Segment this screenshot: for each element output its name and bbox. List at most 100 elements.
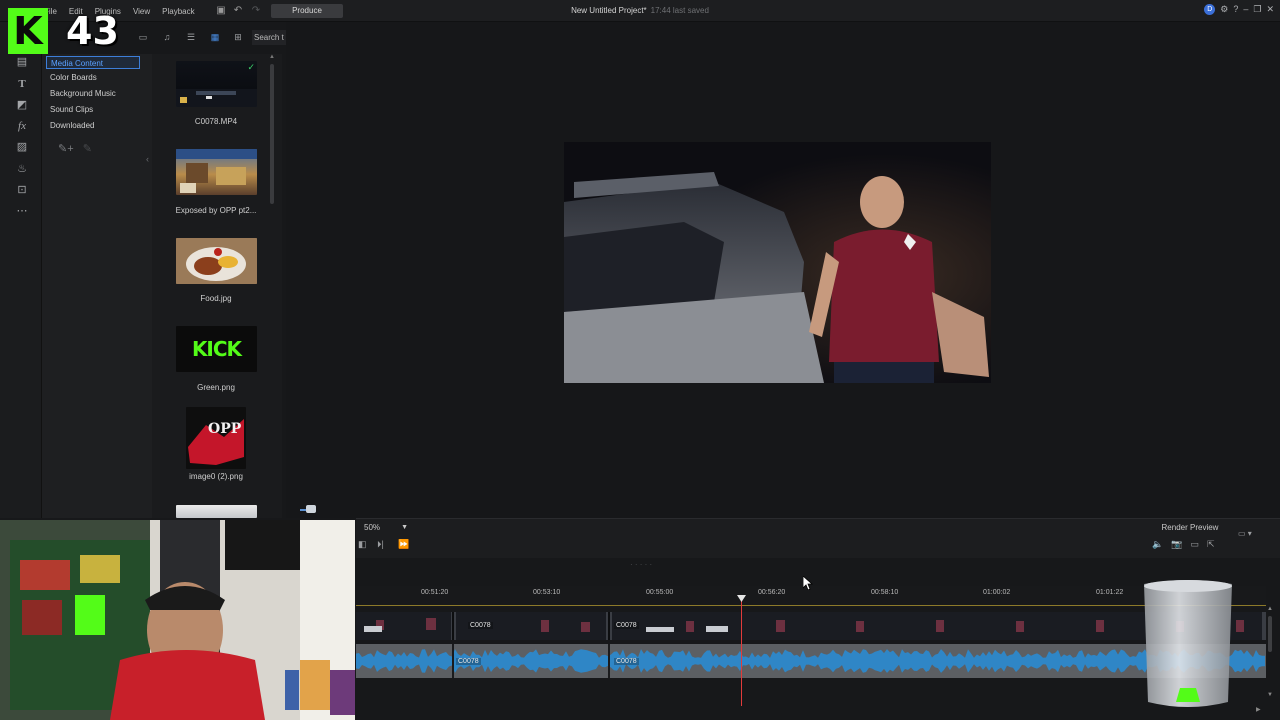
stop-icon[interactable]: ◧ [358,539,367,550]
preview-progress-slider[interactable] [306,505,316,513]
pip-room-icon[interactable]: ▨ [14,139,30,155]
media-item-label: Food.jpg [200,294,232,303]
audio-track[interactable]: C0078 C0078 [356,644,1266,678]
account-icon[interactable]: D [1204,4,1216,15]
timeline-playhead[interactable] [741,598,742,706]
effect-room-icon[interactable]: fx [14,118,30,134]
fast-forward-icon[interactable]: ⏩ [398,539,409,550]
details-view-icon[interactable]: ⊞ [231,30,245,44]
media-item-green[interactable]: KICK [176,326,257,372]
restore-icon[interactable]: ❐ [1253,4,1261,15]
preview-video-frame[interactable] [564,142,991,383]
save-icon[interactable]: ▣ [214,4,228,18]
ruler-time-label: 00:53:10 [533,589,561,596]
redo-icon[interactable]: ↷ [249,4,263,18]
image-filter-icon[interactable]: ▭ [136,30,150,44]
media-item-label: Exposed by OPP pt2... [175,206,257,215]
kick-logo-icon: K [8,8,48,54]
video-clip-thumbnail-icon [176,89,257,107]
clip-label: C0078 [614,658,639,665]
room-rail: ▤ T ◩ fx ▨ ♨ ⊡ ⋯ [0,22,42,518]
title-bar: File Edit Plugins View Playback ▣ ↶ ↷ Pr… [0,0,1280,22]
audio-waveform [356,644,1266,678]
powerdirector-window: File Edit Plugins View Playback ▣ ↶ ↷ Pr… [0,0,1280,720]
timeline-toolbar [356,518,1280,558]
scroll-up-icon[interactable]: ▲ [269,54,275,60]
category-color-boards[interactable]: Color Boards [46,71,140,84]
in-use-check-icon: ✓ [247,62,255,72]
kick-channel-badge: K 43 [8,8,120,54]
volume-icon[interactable]: 🔈 [1152,539,1163,550]
video-frame-image [564,142,991,383]
title-room-icon[interactable]: T [14,76,30,92]
display-mode-icon[interactable]: ▭ [1190,539,1199,550]
category-tools: ✎+ ✎ [58,142,92,155]
undock-icon[interactable]: ⇱ [1207,539,1215,550]
subtitle-room-icon[interactable]: ⊡ [14,182,30,198]
food-thumbnail-icon [176,238,257,284]
drink-glass-overlay [1140,578,1236,710]
ruler-time-label: 00:56:20 [758,589,786,596]
add-tag-icon[interactable]: ✎+ [58,143,74,155]
opp-graphic-thumbnail-icon [188,419,244,465]
panel-splitter[interactable]: · · · · · [630,560,652,569]
category-downloaded[interactable]: Downloaded [46,119,140,132]
media-item-food[interactable] [176,238,257,284]
produce-button[interactable]: Produce [271,4,343,18]
close-icon[interactable]: ✕ [1266,4,1274,15]
category-media-content[interactable]: Media Content [46,56,140,69]
zoom-value: 50% [364,523,381,532]
timeline-scrollbar[interactable]: ▲ ▼ [1266,606,1274,701]
media-item-label: C0078.MP4 [194,117,238,126]
aspect-ratio-icon[interactable]: ▭ ▾ [1238,529,1252,538]
edit-tag-icon[interactable]: ✎ [83,143,92,155]
chevron-down-icon: ▼ [401,524,408,531]
snapshot-icon[interactable]: 📷 [1171,539,1182,550]
render-preview-button[interactable]: Render Preview [1156,521,1224,534]
clip-label: C0078 [468,622,493,629]
scroll-down-icon[interactable]: ▼ [1267,692,1273,698]
media-item-image0[interactable]: OPP [186,407,246,469]
glass-image [1144,580,1232,707]
undo-icon[interactable]: ↶ [231,4,245,18]
channel-number: 43 [66,9,119,53]
particle-room-icon[interactable]: ♨ [14,161,30,177]
window-controls: D ⚙ ? – ❐ ✕ [1204,4,1274,15]
streamer-webcam [0,520,355,720]
zoom-select[interactable]: 50% ▼ [360,521,412,534]
kick-logo-thumbnail-icon: KICK [191,337,242,361]
scroll-right-icon[interactable]: ▶ [1256,706,1261,713]
category-background-music[interactable]: Background Music [46,87,140,100]
media-library-grid: ✓ C0078.MP4 Exposed by OPP pt2... Food.j… [152,54,282,518]
media-item-exposed-by-opp[interactable] [176,149,257,195]
ruler-time-label: 00:58:10 [871,589,899,596]
save-status: 17:44 last saved [650,6,709,15]
category-sound-clips[interactable]: Sound Clips [46,103,140,116]
clip-label: C0078 [614,622,639,629]
media-item-partial[interactable] [176,505,257,518]
list-view-icon[interactable]: ☰ [184,30,198,44]
library-scroll-thumb[interactable] [270,64,274,204]
next-frame-icon[interactable]: ⏵| [377,539,384,550]
ruler-time-label: 01:01:22 [1096,589,1124,596]
opp-text: OPP [208,421,242,437]
audio-filter-icon[interactable]: ♫ [160,30,174,44]
media-room-icon[interactable]: ▤ [14,54,30,70]
grid-view-icon[interactable]: ▦ [208,30,222,44]
menu-view[interactable]: View [133,7,150,16]
image-thumbnail-icon [176,149,257,193]
menu-playback[interactable]: Playback [162,7,194,16]
media-item-c0078[interactable]: ✓ [176,61,257,107]
library-scrollbar[interactable]: ▲ [269,54,275,514]
scroll-up-icon[interactable]: ▲ [1267,606,1273,612]
minimize-icon[interactable]: – [1243,4,1248,15]
settings-icon[interactable]: ⚙ [1220,4,1228,15]
library-category-list: Media Content Color Boards Background Mu… [42,54,152,518]
ruler-time-label: 00:51:20 [421,589,449,596]
more-icon[interactable]: ⋯ [14,203,30,219]
timeline-scroll-thumb[interactable] [1268,616,1272,652]
help-icon[interactable]: ? [1233,4,1238,15]
video-track[interactable]: C0078 C0078 [356,612,1266,640]
transition-room-icon[interactable]: ◩ [14,97,30,113]
collapse-panel-icon[interactable]: ‹ [146,154,149,164]
